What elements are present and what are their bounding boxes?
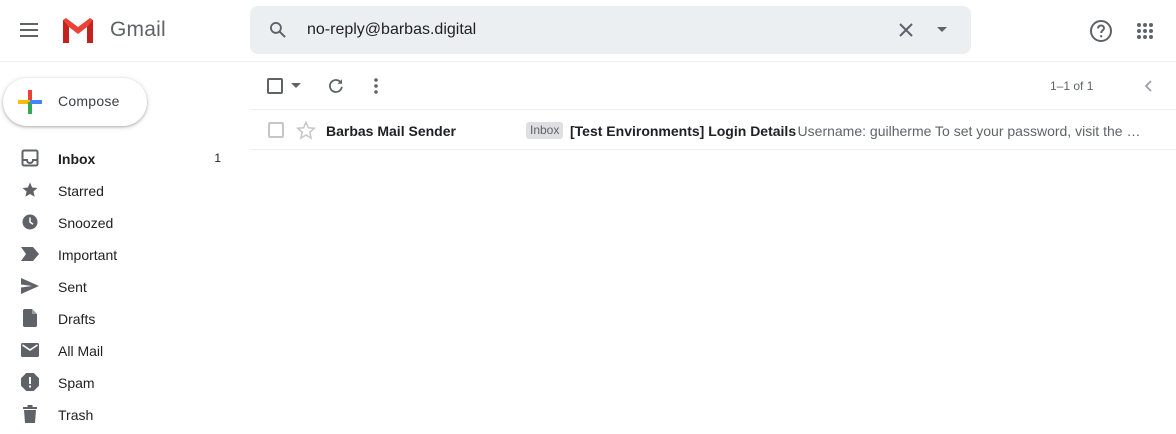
sidebar-item-sent[interactable]: Sent	[0, 270, 240, 302]
sidebar-item-drafts[interactable]: Drafts	[0, 302, 240, 334]
select-all-checkbox[interactable]	[267, 78, 283, 94]
clear-search-button[interactable]	[892, 16, 920, 44]
google-apps-button[interactable]	[1128, 14, 1162, 48]
caret-down-icon	[937, 27, 947, 32]
draft-icon	[20, 308, 40, 328]
sidebar-item-label: Drafts	[58, 311, 96, 327]
sidebar-item-label: Sent	[58, 279, 87, 295]
sidebar-item-starred[interactable]: Starred	[0, 174, 240, 206]
email-subject: [Test Environments] Login Details	[570, 123, 797, 139]
refresh-button[interactable]	[324, 74, 348, 98]
search-bar	[250, 6, 971, 54]
more-vert-icon	[374, 78, 378, 94]
sidebar-item-trash[interactable]: Trash	[0, 398, 240, 430]
sidebar-item-label: Inbox	[58, 151, 96, 167]
main-menu-button[interactable]	[10, 10, 50, 50]
sidebar-item-label: Trash	[58, 407, 94, 423]
compose-label: Compose	[58, 93, 120, 109]
search-options-button[interactable]	[928, 16, 956, 44]
search-input[interactable]	[307, 16, 867, 44]
star-outline-icon	[296, 120, 316, 140]
mail-icon	[20, 340, 40, 360]
email-checkbox[interactable]	[268, 122, 284, 138]
star-icon	[20, 180, 40, 200]
more-actions-button[interactable]	[364, 74, 388, 98]
sidebar-item-label: Important	[58, 247, 118, 263]
label-important-icon	[20, 244, 40, 264]
gmail-m-icon	[63, 18, 93, 43]
search-button[interactable]	[264, 16, 292, 44]
top-header: Gmail	[0, 0, 1176, 62]
clock-icon	[20, 212, 40, 232]
report-icon	[20, 372, 40, 392]
unread-count: 1	[214, 151, 221, 165]
mail-toolbar: 1–1 of 1	[250, 62, 1176, 110]
sidebar-nav: Inbox 1 Starred Snoozed Important Sent D…	[0, 142, 240, 430]
email-label-badge[interactable]: Inbox	[526, 122, 564, 139]
compose-plus-icon	[18, 90, 42, 114]
trash-icon	[20, 404, 40, 424]
email-snippet: - Username: guilherme To set your passwo…	[789, 123, 1144, 139]
pagination-range: 1–1 of 1	[1050, 79, 1094, 93]
caret-down-icon	[291, 83, 301, 88]
email-sender: Barbas Mail Sender	[326, 123, 456, 139]
send-icon	[20, 276, 40, 296]
chevron-left-icon	[1144, 80, 1152, 92]
select-menu-button[interactable]	[290, 81, 302, 91]
support-button[interactable]	[1084, 14, 1118, 48]
compose-button[interactable]: Compose	[3, 78, 147, 126]
sidebar-item-important[interactable]: Important	[0, 238, 240, 270]
app-name: Gmail	[110, 18, 166, 41]
sidebar-item-spam[interactable]: Spam	[0, 366, 240, 398]
hamburger-icon	[20, 23, 38, 37]
search-icon	[270, 22, 286, 38]
gmail-logo[interactable]: Gmail	[60, 15, 166, 45]
refresh-icon	[329, 79, 343, 93]
sidebar-item-label: All Mail	[58, 343, 104, 359]
sidebar-item-label: Spam	[58, 375, 95, 391]
sidebar-item-label: Starred	[58, 183, 104, 199]
sidebar-item-inbox[interactable]: Inbox 1	[0, 142, 240, 174]
star-button[interactable]	[295, 120, 317, 140]
sidebar-item-snoozed[interactable]: Snoozed	[0, 206, 240, 238]
sidebar-item-all-mail[interactable]: All Mail	[0, 334, 240, 366]
help-icon	[1090, 20, 1112, 42]
older-page-button[interactable]	[1136, 74, 1160, 98]
apps-grid-icon	[1137, 23, 1153, 39]
email-row[interactable]: Barbas Mail Sender Inbox [Test Environme…	[250, 110, 1176, 150]
close-icon	[899, 23, 913, 37]
sidebar-item-label: Snoozed	[58, 215, 114, 231]
inbox-icon	[20, 148, 40, 168]
